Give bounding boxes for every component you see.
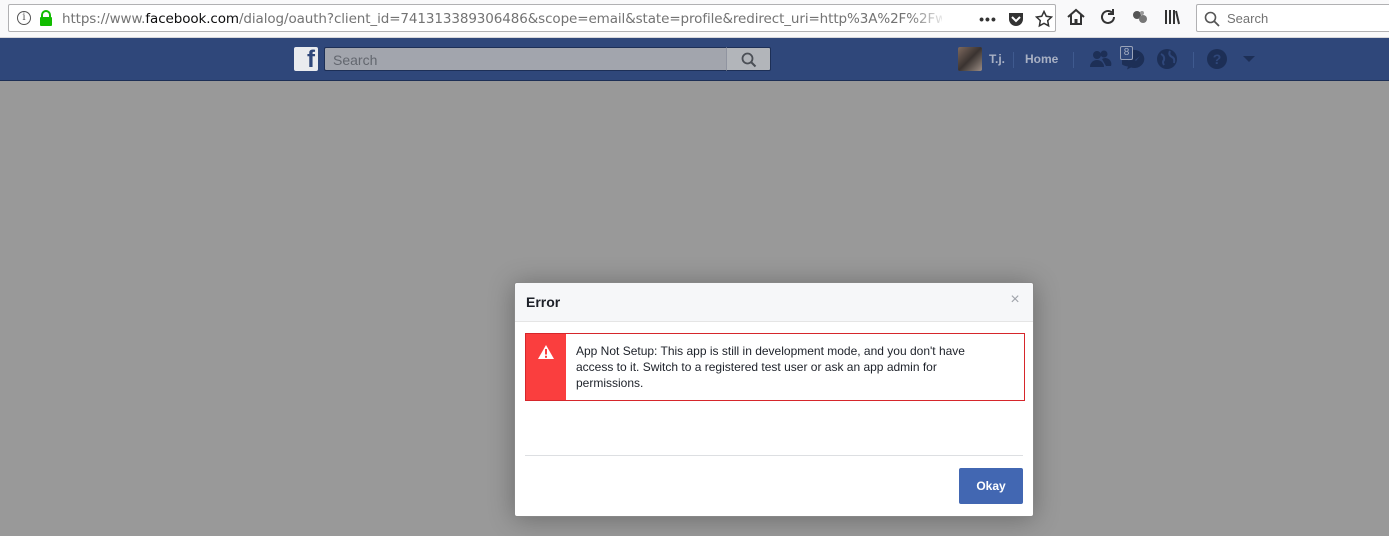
- reload-icon[interactable]: [1098, 7, 1118, 27]
- url-text[interactable]: https://www.facebook.com/dialog/oauth?cl…: [62, 11, 942, 27]
- home-link[interactable]: Home: [1025, 52, 1058, 66]
- extension-icon[interactable]: [1130, 7, 1150, 27]
- dialog-divider: [525, 455, 1023, 456]
- facebook-logo-icon[interactable]: f: [294, 46, 318, 73]
- facebook-search-button[interactable]: [726, 47, 771, 71]
- avatar[interactable]: [958, 47, 982, 71]
- svg-text:?: ?: [1213, 51, 1222, 67]
- notifications-globe-icon[interactable]: [1156, 48, 1180, 70]
- url-prefix: https://www.: [62, 11, 146, 27]
- search-icon: [741, 52, 757, 68]
- more-icon[interactable]: •••: [979, 10, 997, 28]
- facebook-search-placeholder: Search: [333, 52, 378, 68]
- error-message-box: App Not Setup: This app is still in deve…: [525, 333, 1025, 401]
- search-icon: [1204, 11, 1220, 27]
- nav-divider: [1073, 52, 1074, 68]
- home-icon[interactable]: [1066, 7, 1086, 27]
- chevron-down-icon[interactable]: [1240, 48, 1264, 70]
- warning-icon: [538, 345, 554, 359]
- address-bar[interactable]: i https://www.facebook.com/dialog/oauth?…: [8, 4, 1056, 32]
- facebook-navbar: f Search T.j. Home 8 ?: [0, 38, 1389, 81]
- facebook-logo-letter: f: [307, 46, 315, 73]
- close-icon[interactable]: ×: [1007, 292, 1023, 308]
- browser-search-placeholder: Search: [1227, 11, 1269, 26]
- library-icon[interactable]: [1162, 7, 1182, 27]
- nav-divider: [1193, 52, 1194, 68]
- help-icon[interactable]: ?: [1206, 48, 1230, 70]
- lock-icon[interactable]: [39, 10, 53, 26]
- friend-requests-icon[interactable]: [1088, 48, 1112, 70]
- bookmark-star-icon[interactable]: [1034, 9, 1054, 28]
- toolbar-icons: [1066, 7, 1182, 27]
- info-icon[interactable]: i: [17, 11, 31, 25]
- browser-toolbar: i https://www.facebook.com/dialog/oauth?…: [0, 0, 1389, 38]
- url-path: /dialog/oauth?client_id=741313389306486&…: [238, 11, 942, 27]
- browser-search-box[interactable]: Search: [1196, 4, 1389, 32]
- error-message-text: App Not Setup: This app is still in deve…: [576, 344, 965, 390]
- dialog-title: Error: [526, 294, 561, 310]
- profile-name-link[interactable]: T.j.: [989, 52, 1005, 66]
- messages-badge: 8: [1120, 46, 1133, 60]
- url-host: facebook.com: [145, 11, 239, 27]
- pocket-icon[interactable]: [1007, 10, 1025, 28]
- facebook-search-input[interactable]: Search: [324, 47, 726, 71]
- error-dialog: Error × App Not Setup: This app is still…: [514, 282, 1034, 517]
- url-fade: [909, 7, 949, 29]
- dialog-header: Error ×: [515, 283, 1033, 322]
- url-actions: •••: [979, 9, 1054, 29]
- error-stripe: [526, 334, 566, 400]
- okay-button[interactable]: Okay: [959, 468, 1023, 504]
- nav-divider: [1013, 52, 1014, 68]
